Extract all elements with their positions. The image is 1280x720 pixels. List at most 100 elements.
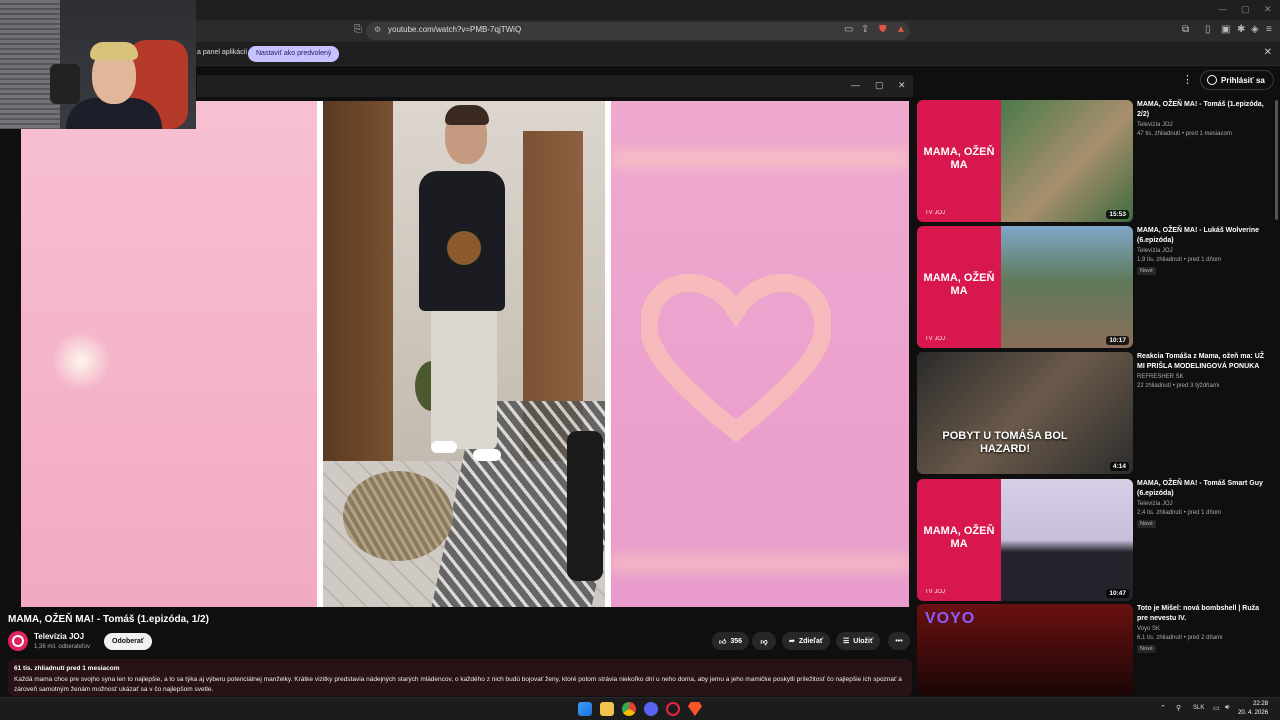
recommendation-item[interactable]: POBYT U TOMÁŠA BOL HAZARD! 4:14 Reakcia … [917,352,1273,474]
vpn-icon[interactable]: ◈ [1251,24,1259,35]
recommendation-channel: Voyo SK [1137,626,1161,632]
sparkle-graphic [51,331,111,391]
page-scrollbar[interactable] [1274,96,1279,696]
shirt-print [447,231,481,265]
recommendation-title[interactable]: MAMA, OŽEŇ MA! - Lukáš Wolverine (6.epiz… [1137,226,1271,246]
system-clock[interactable]: 22:28 20. 4. 2026 [1238,700,1268,718]
door [323,101,393,481]
infobar-close-icon[interactable]: ✕ [1264,47,1272,58]
new-badge: Nové [1137,267,1156,275]
person-hair [445,105,489,125]
volume-icon[interactable]: 🔊︎ [1225,704,1229,712]
recommendation-channel: Televízia JOJ [1137,248,1173,254]
save-playlist-icon: ☰ [843,638,850,645]
menu-icon[interactable]: ≡ [1266,24,1272,35]
recommendation-item[interactable]: MAMA, OŽEŇ MA TV JOJ 10:17 MAMA, OŽEŇ MA!… [917,226,1273,348]
video-description[interactable]: 61 tis. zhliadnutí pred 1 mesiacom Každá… [8,659,912,696]
blurred-background-left [21,101,317,607]
sign-in-button[interactable]: Prihlásiť sa [1200,70,1274,90]
cast-icon[interactable]: ▭ [844,24,853,35]
webcam-overlay [0,0,196,129]
tray-chevron-icon[interactable]: ⌃ [1160,704,1166,712]
pip-close-icon[interactable]: ✕ [898,80,906,91]
network-icon[interactable]: ▭ [1213,704,1220,712]
bookmark-icon[interactable]: ⎘ [354,24,362,35]
recommendation-thumbnail[interactable]: POBYT U TOMÁŠA BOL HAZARD! 4:14 [917,352,1133,474]
more-options-icon[interactable]: ⋮ [1182,73,1193,86]
description-meta: 61 tis. zhliadnutí pred 1 mesiacom [14,665,120,672]
tvjoj-logo: TV JOJ [925,336,946,342]
thumb-image [1001,226,1133,348]
share-label: Zdieľať [798,637,824,645]
duration-badge: 15:53 [1106,210,1129,219]
save-button[interactable]: ☰ Uložiť [836,632,881,650]
brave-icon[interactable] [688,702,702,716]
share-button[interactable]: ➦ Zdieľať [782,632,831,650]
heart-graphic [641,273,831,441]
thumb-image [1001,100,1133,222]
thumb-text: MAMA, OŽEŇ MA [923,272,995,297]
discord-icon[interactable] [644,702,658,716]
blurred-background-right [611,101,909,607]
recommendation-title[interactable]: MAMA, OŽEŇ MA! - Tomáš (1.epizóda, 2/2) [1137,100,1271,120]
video-content-frame [317,101,611,607]
clock-date: 20. 4. 2026 [1238,710,1269,716]
basket [343,471,453,561]
recommendation-thumbnail[interactable]: MAMA, OŽEŇ MA TV JOJ 10:17 [917,226,1133,348]
set-default-button[interactable]: Nastaviť ako predvolený [248,46,340,62]
subscribe-button[interactable]: Odoberať [104,633,153,650]
pip-minimize-icon[interactable]: — [851,80,860,90]
dislike-button[interactable]: 👎︎ [752,632,776,650]
url-text: youtube.com/watch?v=PMB-7qjTWiQ [388,25,522,34]
recommendation-thumbnail[interactable]: VOYO [917,604,1133,696]
recommendation-item[interactable]: MAMA, OŽEŇ MA TV JOJ 10:47 MAMA, OŽEŇ MA!… [917,479,1273,601]
tray-app-icon[interactable]: ⚲ [1176,704,1181,712]
window-close-icon[interactable]: ✕ [1264,4,1272,15]
glow-band [611,553,909,573]
maximize-icon[interactable]: ▢ [1241,4,1250,15]
recommendation-item[interactable]: MAMA, OŽEŇ MA TV JOJ 15:53 MAMA, OŽEŇ MA!… [917,100,1273,222]
description-body: Každá mama chce pre svojho syna len to n… [14,676,902,693]
recommendation-channel: REFRESHER SK [1137,374,1184,380]
recommendation-title[interactable]: Toto je Mišel: nová bombshell | Ruža pre… [1137,604,1271,624]
brave-shield-icon[interactable]: ⛊ [879,24,887,35]
like-button[interactable]: 👍︎ 356 [712,632,750,650]
language-indicator[interactable]: SLK [1193,705,1204,711]
recommendation-thumbnail[interactable]: MAMA, OŽEŇ MA TV JOJ 10:47 [917,479,1133,601]
new-badge: Nové [1137,520,1156,528]
obs-icon[interactable] [666,702,680,716]
recommendation-item[interactable]: VOYO Toto je Mišel: nová bombshell | Ruž… [917,604,1273,696]
site-info-icon[interactable]: ⚙ [374,25,381,34]
minimize-icon[interactable]: — [1218,4,1227,14]
start-menu-icon[interactable] [578,702,592,716]
recommendation-meta: 22 zhliadnutí • pred 3 týždňami [1137,383,1220,389]
file-explorer-icon[interactable] [600,702,614,716]
wallet-icon[interactable]: ▣ [1221,24,1230,35]
account-icon [1207,75,1217,85]
share-arrow-icon: ➦ [789,638,795,645]
rewards-icon[interactable]: ▲ [896,24,906,35]
channel-name[interactable]: Televízia JOJ [34,632,84,641]
extensions-icon[interactable]: ⧉ [1182,24,1189,35]
channel-avatar[interactable] [8,631,28,651]
duration-badge: 10:17 [1106,336,1129,345]
recommendation-meta: 1,9 tis. zhliadnutí • pred 1 dňom [1137,257,1222,263]
puzzle-icon[interactable]: ✱ [1237,24,1245,35]
share-icon[interactable]: ⇪ [861,24,869,35]
like-count: 356 [730,637,743,645]
thumb-text: MAMA, OŽEŇ MA [923,525,995,550]
recommendation-title[interactable]: MAMA, OŽEŇ MA! - Tomáš Smart Guy (6.epiz… [1137,479,1271,499]
more-horizontal-icon: ••• [895,637,903,645]
thumb-image [1001,479,1133,601]
more-actions-button[interactable]: ••• [888,632,910,650]
sidebar-icon[interactable]: ▯ [1205,24,1211,35]
pip-maximize-icon[interactable]: ▢ [875,80,884,91]
recommendation-title[interactable]: Reakcia Tomáša z Mama, ožeň ma: UŽ MI PR… [1137,352,1271,372]
window-blinds [0,0,60,129]
chrome-icon[interactable] [622,702,636,716]
video-player[interactable] [21,101,909,607]
recommendation-thumbnail[interactable]: MAMA, OŽEŇ MA TV JOJ 15:53 [917,100,1133,222]
scrollbar-thumb[interactable] [1275,100,1278,220]
address-bar[interactable]: ⚙ youtube.com/watch?v=PMB-7qjTWiQ [366,22,910,40]
recommendation-meta: 6,1 tis. zhliadnutí • pred 2 dňami [1137,635,1223,641]
